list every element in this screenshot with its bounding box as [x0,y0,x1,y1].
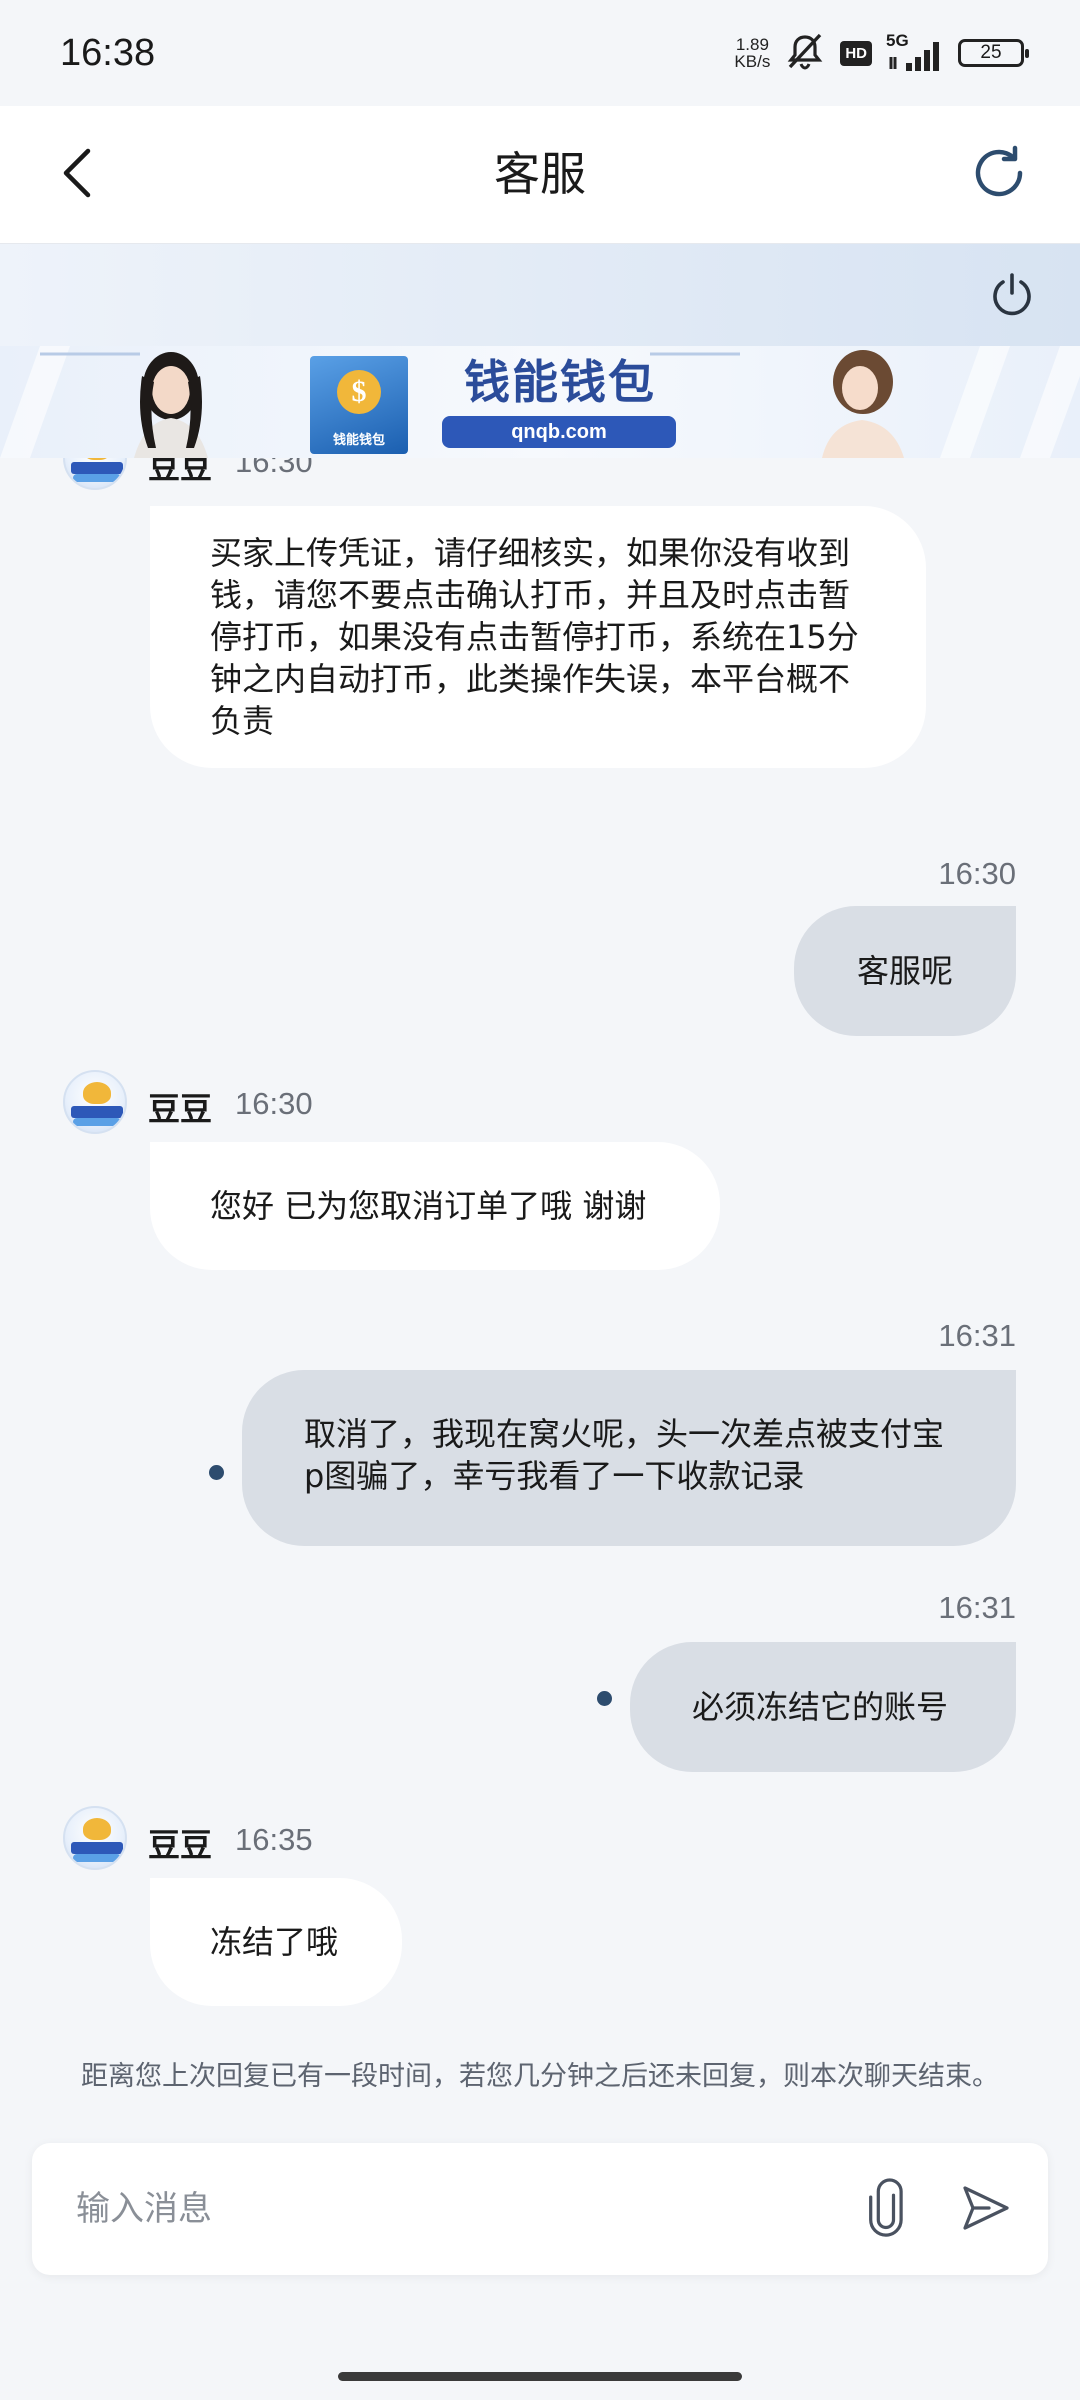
refresh-button[interactable] [964,140,1034,210]
message-time: 16:30 [235,1086,313,1121]
message-bubble: 您好 已为您取消订单了哦 谢谢 [150,1142,720,1270]
banner-url: qnqb.com [442,416,676,448]
mute-bell-icon [784,31,826,75]
message-time: 16:30 [938,856,1016,891]
refresh-icon [968,142,1030,208]
agent-avatar [63,458,127,490]
end-chat-button[interactable] [984,268,1040,324]
send-button[interactable] [950,2175,1020,2245]
message-bubble: 必须冻结它的账号 [630,1642,1016,1772]
network-speed-unit: KB/s [734,52,771,71]
message-composer [32,2143,1048,2275]
message-time: 16:31 [938,1590,1016,1625]
chat-message-list[interactable]: 豆豆 16:30 买家上传凭证，请仔细核实，如果你没有收到钱，请您不要点击确认打… [0,458,1080,2080]
message-bubble: 客服呢 [794,906,1016,1036]
inactivity-notice: 距离您上次回复已有一段时间，若您几分钟之后还未回复，则本次聊天结束。 [81,2061,999,2092]
send-icon [959,2182,1011,2238]
home-indicator[interactable] [338,2372,742,2381]
agent-avatar [63,1070,127,1134]
message-bubble: 买家上传凭证，请仔细核实，如果你没有收到钱，请您不要点击确认打币，并且及时点击暂… [150,506,926,768]
session-toolbar [0,244,1080,346]
signal-icon: 5G [886,31,944,73]
battery-icon: 25 [958,39,1029,67]
banner-title: 钱能钱包 [464,355,656,409]
message-input[interactable] [76,2179,836,2239]
page-title: 客服 [494,147,586,201]
paperclip-icon [865,2178,909,2242]
message-time: 16:35 [235,1822,313,1857]
app-header: 客服 [0,106,1080,244]
sender-name: 豆豆 [148,1826,213,1864]
dollar-coin-icon: $ [337,370,381,414]
status-icons: 1.89 KB/s HD 5G 25 [734,30,1029,76]
read-indicator [597,1691,612,1706]
attach-button[interactable] [852,2175,922,2245]
message-bubble: 取消了，我现在窝火呢，头一次差点被支付宝p图骗了，幸亏我看了一下收款记录 [242,1370,1016,1546]
network-speed-value: 1.89 [735,35,769,54]
message-time: 16:30 [235,458,313,479]
hd-badge: HD [840,40,872,66]
banner-model-left-image [134,352,208,458]
ad-banner[interactable]: $ 钱能钱包 钱能钱包 qnqb.com [0,346,1080,458]
agent-avatar [63,1806,127,1870]
message-bubble: 冻结了哦 [150,1878,402,2006]
sender-name: 豆豆 [148,1090,213,1128]
message-time: 16:31 [938,1318,1016,1353]
sender-name: 豆豆 [148,458,213,486]
power-icon [988,270,1036,322]
network-speed: 1.89 KB/s [734,36,770,70]
status-bar: 16:38 1.89 KB/s HD 5G 25 [0,0,1080,106]
banner-logo-text: 钱能钱包 [332,433,385,448]
read-indicator [209,1465,224,1480]
battery-level: 25 [980,42,1002,63]
banner-logo: $ 钱能钱包 [310,356,408,454]
status-time: 16:38 [60,32,156,74]
banner-model-right-image [822,350,904,458]
